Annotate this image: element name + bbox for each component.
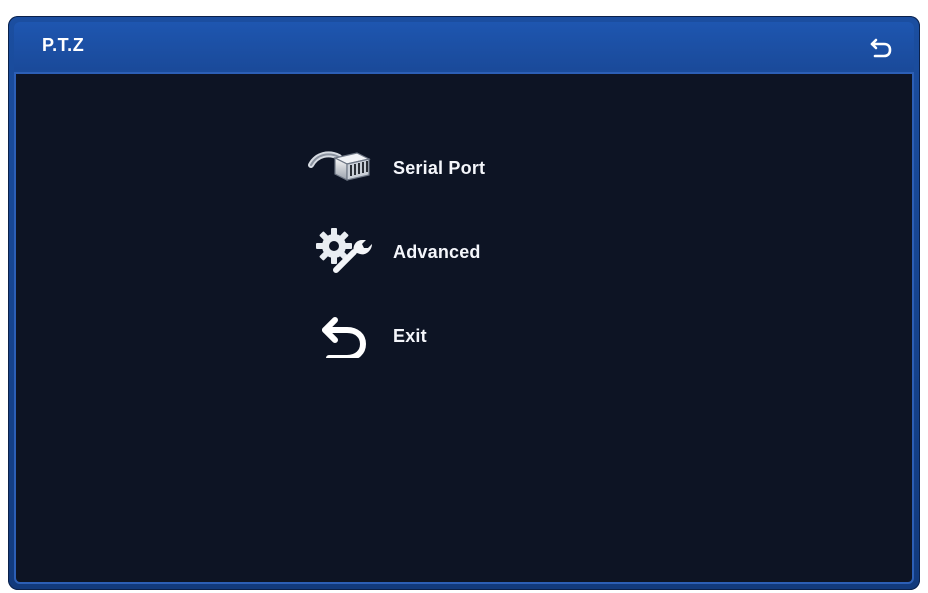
menu-item-advanced[interactable]: Advanced [301, 210, 621, 294]
ptz-window: P.T.Z Serial Port Advanced Exit [8, 16, 920, 590]
menu-label-advanced: Advanced [393, 241, 481, 262]
back-button[interactable] [866, 34, 896, 60]
return-arrow-icon [870, 38, 892, 58]
ptz-menu: Serial Port Advanced Exit [301, 126, 621, 378]
menu-item-exit[interactable]: Exit [301, 294, 621, 378]
content-area: Serial Port Advanced Exit [14, 72, 914, 584]
menu-label-serial-port: Serial Port [393, 157, 486, 178]
gear-wrench-icon [301, 222, 385, 282]
return-arrow-icon [301, 306, 385, 366]
menu-item-serial-port[interactable]: Serial Port [301, 126, 621, 210]
serial-port-icon [301, 138, 385, 198]
window-title: P.T.Z [42, 35, 85, 55]
title-bar: P.T.Z [14, 22, 914, 70]
menu-label-exit: Exit [393, 325, 427, 346]
